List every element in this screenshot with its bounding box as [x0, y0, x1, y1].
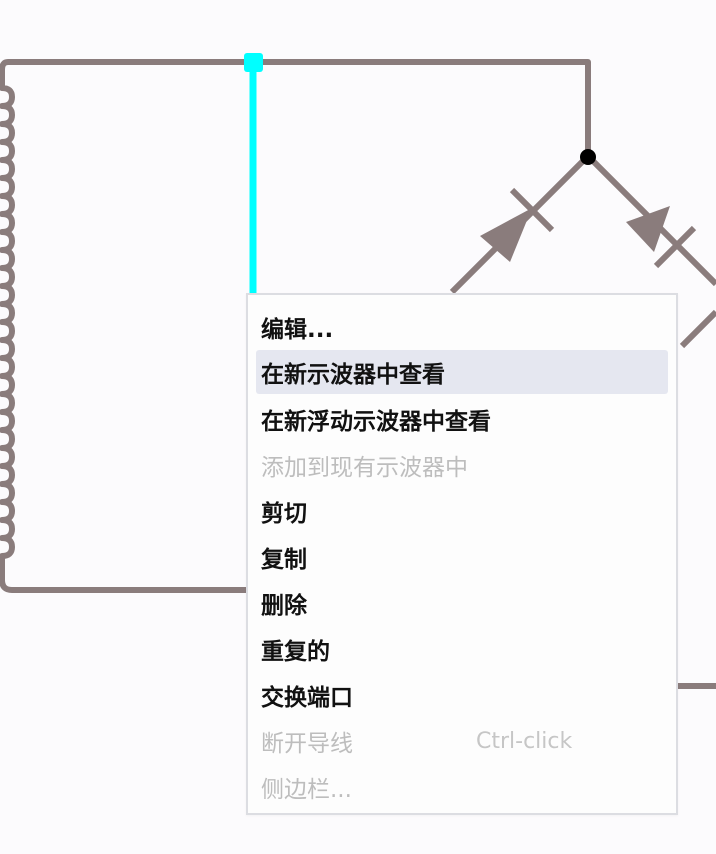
menu-item-view-in-new-scope[interactable]: 在新示波器中查看: [256, 350, 668, 394]
menu-item-label: 交换端口: [261, 685, 353, 711]
menu-item-label: 重复的: [261, 639, 330, 665]
menu-item-label: 断开导线: [261, 731, 353, 757]
junction-node[interactable]: [580, 149, 596, 165]
menu-item-label: 删除: [261, 593, 307, 619]
menu-item-duplicate[interactable]: 重复的: [256, 627, 668, 671]
menu-item-label: 剪切: [261, 501, 307, 527]
menu-item-slider[interactable]: 侧边栏...: [256, 765, 668, 809]
menu-item-label: 侧边栏...: [261, 777, 352, 803]
menu-item-copy[interactable]: 复制: [256, 535, 668, 579]
top-wire[interactable]: [14, 59, 591, 156]
menu-item-label: 在新示波器中查看: [261, 362, 445, 388]
menu-item-label: 复制: [261, 547, 307, 573]
selected-wire-handle[interactable]: [244, 53, 263, 72]
menu-item-edit[interactable]: 编辑...: [256, 305, 668, 349]
menu-item-split-wire[interactable]: 断开导线 Ctrl-click: [256, 719, 668, 763]
menu-item-view-in-new-floating-scope[interactable]: 在新浮动示波器中查看: [256, 397, 668, 441]
menu-item-add-to-existing-scope[interactable]: 添加到现有示波器中: [256, 443, 668, 487]
inductor-coil[interactable]: [0, 59, 248, 593]
menu-item-swap-terminals[interactable]: 交换端口: [256, 673, 668, 717]
context-menu: 编辑... 在新示波器中查看 在新浮动示波器中查看 添加到现有示波器中 剪切 复…: [246, 293, 678, 815]
menu-item-shortcut: Ctrl-click: [476, 728, 573, 754]
menu-item-cut[interactable]: 剪切: [256, 489, 668, 533]
menu-item-label: 在新浮动示波器中查看: [261, 409, 491, 435]
menu-item-delete[interactable]: 删除: [256, 581, 668, 625]
menu-item-label: 编辑...: [261, 317, 334, 343]
menu-item-label: 添加到现有示波器中: [261, 455, 468, 481]
